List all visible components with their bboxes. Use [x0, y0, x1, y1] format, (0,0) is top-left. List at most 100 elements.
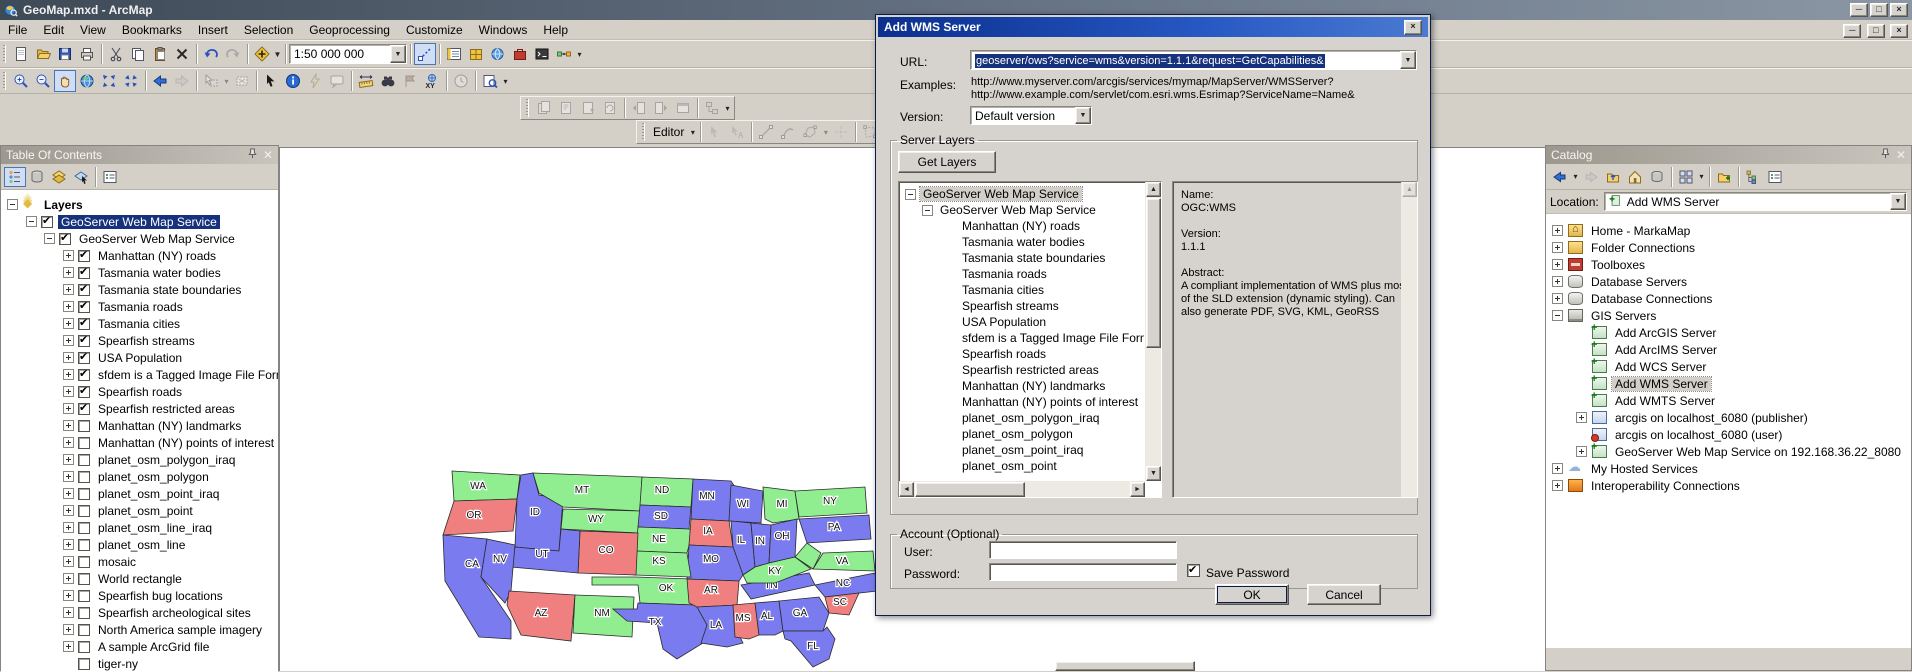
hyperlink-icon[interactable] — [304, 70, 326, 92]
catalog-item-label[interactable]: Add WCS Server — [1612, 360, 1709, 374]
toolbar-overflow-icon[interactable]: ▾ — [723, 104, 732, 113]
table-of-contents-icon[interactable] — [443, 43, 465, 65]
map-scale-value[interactable]: 1:50 000 000 — [290, 45, 390, 63]
catalog-tree-row[interactable]: Home - MarkaMap — [1546, 222, 1911, 239]
tree-expander-icon[interactable] — [63, 573, 74, 584]
layer-visibility-checkbox[interactable] — [78, 488, 90, 500]
dialog-layer-label[interactable]: planet_osm_point — [959, 459, 1060, 473]
home-icon[interactable] — [1624, 167, 1646, 187]
default-geodatabase-icon[interactable] — [1646, 167, 1668, 187]
dialog-layer-label[interactable]: planet_osm_point_iraq — [959, 443, 1086, 457]
back-dropdown-icon[interactable]: ▾ — [1571, 172, 1580, 181]
scrollbar-thumb[interactable] — [1146, 198, 1161, 348]
layer-label[interactable]: mosaic — [95, 555, 139, 569]
layer-visibility-checkbox[interactable] — [78, 471, 90, 483]
dialog-tree-row[interactable]: Tasmania roads — [900, 266, 1144, 282]
dialog-tree-row[interactable]: Manhattan (NY) points of interest — [900, 394, 1144, 410]
dialog-layer-label[interactable]: GeoServer Web Map Service — [920, 187, 1082, 201]
dialog-tree-row[interactable]: USA Population — [900, 314, 1144, 330]
tree-expander-icon[interactable] — [63, 352, 74, 363]
tree-expander-icon[interactable] — [63, 403, 74, 414]
toc-tree-row[interactable]: Manhattan (NY) landmarks — [1, 417, 278, 434]
layer-label[interactable]: planet_osm_polygon_iraq — [95, 453, 238, 467]
pin-icon[interactable] — [247, 148, 258, 162]
page-layout-icon[interactable] — [701, 97, 723, 119]
html-popup-icon[interactable] — [326, 70, 348, 92]
dialog-layer-label[interactable]: Tasmania roads — [959, 267, 1050, 281]
new-document-icon[interactable] — [10, 43, 32, 65]
toc-tree-row[interactable]: sfdem is a Tagged Image File Format — [1, 366, 278, 383]
time-slider-icon[interactable] — [450, 70, 472, 92]
dialog-tree-row[interactable]: Spearfish roads — [900, 346, 1144, 362]
url-combo[interactable]: geoserver/ows?service=wms&version=1.1.1&… — [970, 50, 1417, 70]
pin-icon[interactable] — [1880, 148, 1891, 162]
dialog-layer-label[interactable]: Spearfish streams — [959, 299, 1062, 313]
layer-label[interactable]: Manhattan (NY) roads — [95, 249, 219, 263]
toc-tree-row[interactable]: Manhattan (NY) points of interest — [1, 434, 278, 451]
layer-visibility-checkbox[interactable] — [78, 369, 90, 381]
layer-label[interactable]: Spearfish streams — [95, 334, 198, 348]
layer-visibility-checkbox[interactable] — [78, 624, 90, 636]
layer-visibility-checkbox[interactable] — [78, 454, 90, 466]
layer-label[interactable]: Manhattan (NY) landmarks — [95, 419, 244, 433]
layer-visibility-checkbox[interactable] — [78, 437, 90, 449]
catalog-tree-row[interactable]: Database Connections — [1546, 290, 1911, 307]
toc-tree-row[interactable]: Spearfish archeological sites — [1, 604, 278, 621]
select-elements-icon[interactable] — [260, 70, 282, 92]
layer-visibility-checkbox[interactable] — [78, 522, 90, 534]
connect-folder-icon[interactable] — [1713, 167, 1735, 187]
dialog-tree-row[interactable]: Manhattan (NY) roads — [900, 218, 1144, 234]
measure-icon[interactable] — [355, 70, 377, 92]
list-by-visibility-icon[interactable] — [48, 167, 70, 187]
scroll-up-icon[interactable]: ▲ — [1146, 182, 1161, 197]
dialog-tree-row[interactable]: Spearfish restricted areas — [900, 362, 1144, 378]
toolbar-grip[interactable] — [3, 72, 6, 90]
tree-expander-icon[interactable] — [63, 267, 74, 278]
menu-item[interactable]: Help — [535, 21, 576, 39]
up-one-level-icon[interactable] — [1602, 167, 1624, 187]
catalog-tree-row[interactable]: Add ArcIMS Server — [1546, 341, 1911, 358]
tree-expander-icon[interactable] — [63, 471, 74, 482]
layer-visibility-checkbox[interactable] — [78, 352, 90, 364]
dialog-tree-row[interactable]: planet_osm_point — [900, 458, 1144, 474]
version-dropdown-icon[interactable]: ▼ — [1075, 107, 1091, 124]
tree-expander-icon[interactable] — [1576, 412, 1587, 423]
toc-options-icon[interactable] — [99, 167, 121, 187]
find-icon[interactable] — [377, 70, 399, 92]
tree-expander-icon[interactable] — [63, 556, 74, 567]
catalog-tree-row[interactable]: Add WMS Server — [1546, 375, 1911, 392]
fixed-zoom-out-icon[interactable] — [120, 70, 142, 92]
tree-expander-icon[interactable] — [63, 607, 74, 618]
paste-icon[interactable] — [149, 43, 171, 65]
close-button[interactable]: × — [1890, 3, 1908, 17]
menu-item[interactable]: Insert — [190, 21, 236, 39]
delete-icon[interactable] — [171, 43, 193, 65]
save-password-checkbox[interactable] — [1187, 564, 1200, 577]
catalog-item-label[interactable]: GIS Servers — [1588, 309, 1659, 323]
add-data-icon[interactable] — [251, 43, 273, 65]
toc-tree-row[interactable]: planet_osm_polygon — [1, 468, 278, 485]
layer-label[interactable]: planet_osm_line_iraq — [95, 521, 215, 535]
page-setup-icon[interactable] — [533, 97, 555, 119]
layer-label[interactable]: GeoServer Web Map Service — [76, 232, 238, 246]
get-layers-button[interactable]: Get Layers — [898, 151, 996, 173]
menu-item[interactable]: Edit — [35, 21, 72, 39]
dialog-layer-label[interactable]: Tasmania state boundaries — [959, 251, 1108, 265]
tree-expander-icon[interactable] — [905, 189, 916, 200]
search-window-icon[interactable] — [487, 43, 509, 65]
dialog-layer-label[interactable]: Manhattan (NY) points of interest — [959, 395, 1141, 409]
layer-label[interactable]: Spearfish archeological sites — [95, 606, 254, 620]
layer-label[interactable]: Layers — [41, 198, 86, 212]
layer-visibility-checkbox[interactable] — [78, 590, 90, 602]
dialog-layer-label[interactable]: Spearfish restricted areas — [959, 363, 1102, 377]
layer-label[interactable]: Spearfish restricted areas — [95, 402, 238, 416]
print-icon[interactable] — [76, 43, 98, 65]
menu-item[interactable]: Customize — [398, 21, 471, 39]
tree-expander-icon[interactable] — [1552, 463, 1563, 474]
menu-item[interactable]: Bookmarks — [114, 21, 190, 39]
menu-item[interactable]: Geoprocessing — [301, 21, 398, 39]
tree-expander-icon[interactable] — [63, 386, 74, 397]
layer-visibility-checkbox[interactable] — [59, 233, 71, 245]
toc-tree-row[interactable]: tiger-ny — [1, 655, 278, 672]
scroll-right-icon[interactable]: ► — [1130, 482, 1145, 497]
